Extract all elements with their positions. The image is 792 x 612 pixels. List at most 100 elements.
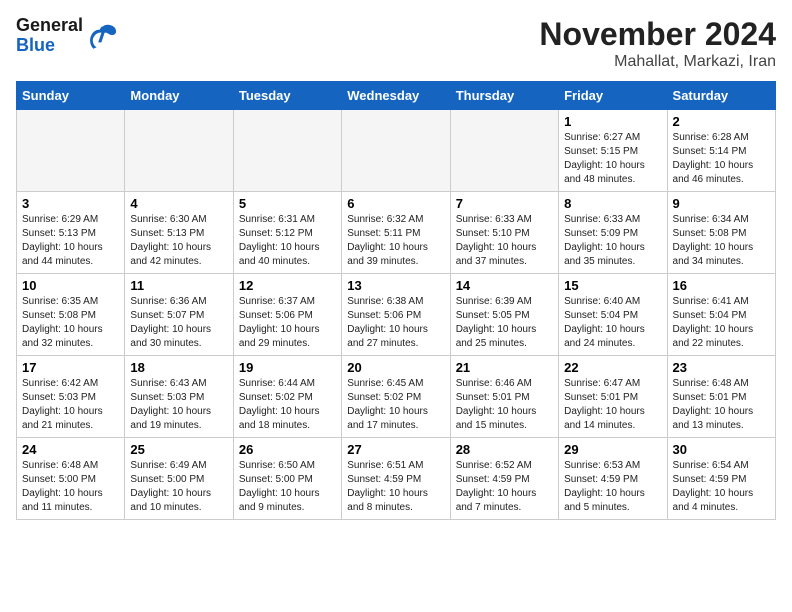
day-info: Sunrise: 6:52 AMSunset: 4:59 PMDaylight:… (456, 459, 553, 515)
logo-text: General Blue (16, 16, 83, 56)
day-number: 12 (239, 278, 336, 293)
calendar-cell: 4 Sunrise: 6:30 AMSunset: 5:13 PMDaylight… (125, 192, 233, 274)
day-number: 4 (130, 196, 227, 211)
calendar-cell: 10 Sunrise: 6:35 AMSunset: 5:08 PMDayligh… (17, 274, 125, 356)
calendar-cell: 25Sunrise: 6:49 AMSunset: 5:00 PMDayligh… (125, 438, 233, 520)
day-number: 14 (456, 278, 553, 293)
day-number: 23 (673, 360, 770, 375)
weekday-header-friday: Friday (559, 82, 667, 110)
calendar-cell (125, 110, 233, 192)
day-info: Sunrise: 6:47 AMSunset: 5:01 PMDaylight:… (564, 377, 661, 433)
weekday-header-wednesday: Wednesday (342, 82, 450, 110)
calendar-cell: 13Sunrise: 6:38 AMSunset: 5:06 PMDayligh… (342, 274, 450, 356)
day-info: Sunrise: 6:33 AMSunset: 5:09 PMDaylight:… (564, 213, 661, 269)
title-block: November 2024 Mahallat, Markazi, Iran (539, 16, 776, 71)
day-number: 19 (239, 360, 336, 375)
calendar-cell: 6 Sunrise: 6:32 AMSunset: 5:11 PMDaylight… (342, 192, 450, 274)
calendar-cell (342, 110, 450, 192)
logo: General Blue (16, 16, 119, 56)
weekday-header-row: SundayMondayTuesdayWednesdayThursdayFrid… (17, 82, 776, 110)
day-number: 11 (130, 278, 227, 293)
day-info: Sunrise: 6:32 AMSunset: 5:11 PMDaylight:… (347, 213, 444, 269)
calendar-cell: 18 Sunrise: 6:43 AMSunset: 5:03 PMDayligh… (125, 356, 233, 438)
day-info: Sunrise: 6:42 AMSunset: 5:03 PMDaylight:… (22, 377, 119, 433)
calendar-cell: 24 Sunrise: 6:48 AMSunset: 5:00 PMDayligh… (17, 438, 125, 520)
day-number: 21 (456, 360, 553, 375)
day-info: Sunrise: 6:53 AMSunset: 4:59 PMDaylight:… (564, 459, 661, 515)
calendar-cell: 9Sunrise: 6:34 AMSunset: 5:08 PMDaylight… (667, 192, 775, 274)
day-info: Sunrise: 6:44 AMSunset: 5:02 PMDaylight:… (239, 377, 336, 433)
day-info: Sunrise: 6:38 AMSunset: 5:06 PMDaylight:… (347, 295, 444, 351)
weekday-header-saturday: Saturday (667, 82, 775, 110)
day-info: Sunrise: 6:45 AMSunset: 5:02 PMDaylight:… (347, 377, 444, 433)
day-number: 8 (564, 196, 661, 211)
calendar-week-4: 17 Sunrise: 6:42 AMSunset: 5:03 PMDayligh… (17, 356, 776, 438)
calendar-table: SundayMondayTuesdayWednesdayThursdayFrid… (16, 81, 776, 520)
calendar-cell: 22 Sunrise: 6:47 AMSunset: 5:01 PMDayligh… (559, 356, 667, 438)
logo-general: General (16, 16, 83, 36)
calendar-week-5: 24 Sunrise: 6:48 AMSunset: 5:00 PMDayligh… (17, 438, 776, 520)
calendar-cell: 30 Sunrise: 6:54 AMSunset: 4:59 PMDayligh… (667, 438, 775, 520)
calendar-cell: 29Sunrise: 6:53 AMSunset: 4:59 PMDayligh… (559, 438, 667, 520)
day-info: Sunrise: 6:28 AMSunset: 5:14 PMDaylight:… (673, 131, 770, 187)
calendar-week-2: 3 Sunrise: 6:29 AMSunset: 5:13 PMDaylight… (17, 192, 776, 274)
day-number: 20 (347, 360, 444, 375)
calendar-cell: 23Sunrise: 6:48 AMSunset: 5:01 PMDayligh… (667, 356, 775, 438)
day-number: 2 (673, 114, 770, 129)
day-info: Sunrise: 6:43 AMSunset: 5:03 PMDaylight:… (130, 377, 227, 433)
calendar-cell (450, 110, 558, 192)
calendar-cell: 21 Sunrise: 6:46 AMSunset: 5:01 PMDayligh… (450, 356, 558, 438)
weekday-header-monday: Monday (125, 82, 233, 110)
calendar-cell: 14 Sunrise: 6:39 AMSunset: 5:05 PMDayligh… (450, 274, 558, 356)
calendar-cell: 26Sunrise: 6:50 AMSunset: 5:00 PMDayligh… (233, 438, 341, 520)
weekday-header-sunday: Sunday (17, 82, 125, 110)
calendar-cell: 2 Sunrise: 6:28 AMSunset: 5:14 PMDaylight… (667, 110, 775, 192)
calendar-cell: 5 Sunrise: 6:31 AMSunset: 5:12 PMDaylight… (233, 192, 341, 274)
calendar-cell (17, 110, 125, 192)
month-title: November 2024 (539, 16, 776, 53)
weekday-header-thursday: Thursday (450, 82, 558, 110)
logo-blue: Blue (16, 36, 83, 56)
day-number: 6 (347, 196, 444, 211)
day-info: Sunrise: 6:41 AMSunset: 5:04 PMDaylight:… (673, 295, 770, 351)
day-info: Sunrise: 6:46 AMSunset: 5:01 PMDaylight:… (456, 377, 553, 433)
calendar-cell: 28 Sunrise: 6:52 AMSunset: 4:59 PMDayligh… (450, 438, 558, 520)
calendar-week-3: 10 Sunrise: 6:35 AMSunset: 5:08 PMDayligh… (17, 274, 776, 356)
day-number: 30 (673, 442, 770, 457)
calendar-cell (233, 110, 341, 192)
calendar-cell: 19 Sunrise: 6:44 AMSunset: 5:02 PMDayligh… (233, 356, 341, 438)
day-number: 24 (22, 442, 119, 457)
day-number: 10 (22, 278, 119, 293)
calendar-cell: 20 Sunrise: 6:45 AMSunset: 5:02 PMDayligh… (342, 356, 450, 438)
logo-bird-icon (87, 20, 119, 52)
day-info: Sunrise: 6:30 AMSunset: 5:13 PMDaylight:… (130, 213, 227, 269)
calendar-cell: 15Sunrise: 6:40 AMSunset: 5:04 PMDayligh… (559, 274, 667, 356)
day-info: Sunrise: 6:29 AMSunset: 5:13 PMDaylight:… (22, 213, 119, 269)
day-info: Sunrise: 6:31 AMSunset: 5:12 PMDaylight:… (239, 213, 336, 269)
calendar-cell: 1Sunrise: 6:27 AMSunset: 5:15 PMDaylight… (559, 110, 667, 192)
day-info: Sunrise: 6:51 AMSunset: 4:59 PMDaylight:… (347, 459, 444, 515)
calendar-cell: 11Sunrise: 6:36 AMSunset: 5:07 PMDayligh… (125, 274, 233, 356)
day-info: Sunrise: 6:49 AMSunset: 5:00 PMDaylight:… (130, 459, 227, 515)
day-number: 18 (130, 360, 227, 375)
day-info: Sunrise: 6:27 AMSunset: 5:15 PMDaylight:… (564, 131, 661, 187)
calendar-week-1: 1Sunrise: 6:27 AMSunset: 5:15 PMDaylight… (17, 110, 776, 192)
calendar-cell: 16Sunrise: 6:41 AMSunset: 5:04 PMDayligh… (667, 274, 775, 356)
calendar-cell: 27 Sunrise: 6:51 AMSunset: 4:59 PMDayligh… (342, 438, 450, 520)
day-number: 27 (347, 442, 444, 457)
day-info: Sunrise: 6:54 AMSunset: 4:59 PMDaylight:… (673, 459, 770, 515)
calendar-cell: 8 Sunrise: 6:33 AMSunset: 5:09 PMDaylight… (559, 192, 667, 274)
day-number: 17 (22, 360, 119, 375)
day-number: 5 (239, 196, 336, 211)
location-subtitle: Mahallat, Markazi, Iran (539, 53, 776, 71)
calendar-cell: 3 Sunrise: 6:29 AMSunset: 5:13 PMDaylight… (17, 192, 125, 274)
day-number: 28 (456, 442, 553, 457)
page-header: General Blue November 2024 Mahallat, Mar… (16, 16, 776, 71)
day-info: Sunrise: 6:39 AMSunset: 5:05 PMDaylight:… (456, 295, 553, 351)
day-info: Sunrise: 6:48 AMSunset: 5:00 PMDaylight:… (22, 459, 119, 515)
day-number: 3 (22, 196, 119, 211)
day-number: 22 (564, 360, 661, 375)
day-info: Sunrise: 6:40 AMSunset: 5:04 PMDaylight:… (564, 295, 661, 351)
day-info: Sunrise: 6:35 AMSunset: 5:08 PMDaylight:… (22, 295, 119, 351)
day-number: 7 (456, 196, 553, 211)
